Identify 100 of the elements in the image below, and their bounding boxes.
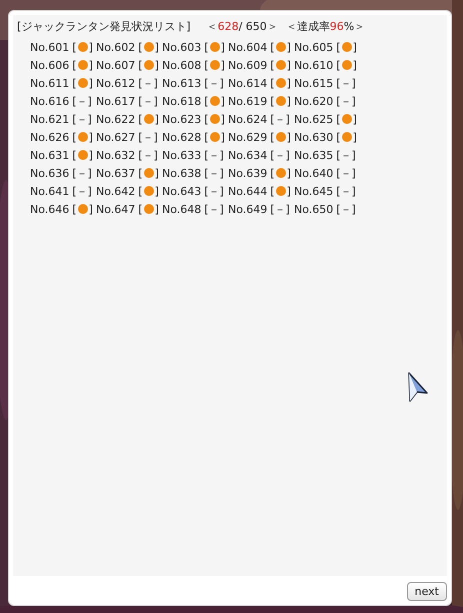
bracket: ] [220,40,225,54]
missing-status: [－] [336,76,356,90]
total-count: / 650＞ [238,19,278,34]
item-number: No.642 [96,184,136,198]
cursor-icon [407,371,429,403]
bracket: ] [154,202,159,216]
rate-close: %＞ [344,19,366,34]
missing-status: [－] [270,112,290,126]
bracket: ] [88,76,93,90]
bracket: ] [286,58,291,72]
item-number: No.647 [96,202,136,216]
bracket: ] [88,202,93,216]
bracket: [ [138,184,143,198]
item-number: No.613 [162,76,202,90]
bracket: ] [220,94,225,108]
bracket: [ [138,202,143,216]
bracket: ] [154,112,159,126]
missing-status: [－] [138,148,158,162]
bracket: [ [72,148,77,162]
bracket: ] [286,166,291,180]
item-number: No.618 [162,94,202,108]
missing-status: [－] [138,94,158,108]
item-number: No.605 [294,40,334,54]
item-number: No.611 [30,76,70,90]
item-number: No.608 [162,58,202,72]
missing-status: [－] [72,112,92,126]
bracket: [ [270,184,275,198]
item-number: No.625 [294,112,334,126]
bracket: [ [138,40,143,54]
found-count: 628 [218,20,239,33]
bracket: [ [270,94,275,108]
bracket: [ [336,58,341,72]
bracket: ] [220,130,225,144]
item-number: No.604 [228,40,268,54]
item-number: No.610 [294,58,334,72]
next-button[interactable]: next [406,582,447,601]
item-number: No.636 [30,166,70,180]
bracket: ] [352,112,357,126]
item-number: No.619 [228,94,268,108]
rate-value: 96 [330,20,344,33]
bracket: [ [138,112,143,126]
missing-status: [－] [72,94,92,108]
item-number: No.648 [162,202,202,216]
bracket: ] [286,40,291,54]
missing-status: [－] [204,184,224,198]
bracket: ] [286,76,291,90]
count-open: ＜ [206,19,218,34]
item-number: No.601 [30,40,70,54]
item-number: No.624 [228,112,268,126]
bracket: ] [88,58,93,72]
item-number: No.614 [228,76,268,90]
bracket: [ [72,40,77,54]
list-title: [ジャックランタン発見状況リスト] [17,19,191,34]
item-number: No.632 [96,148,136,162]
bracket: ] [286,184,291,198]
item-number: No.645 [294,184,334,198]
item-number: No.626 [30,130,70,144]
missing-status: [－] [138,76,158,90]
bracket: [ [270,166,275,180]
bracket: [ [72,202,77,216]
missing-status: [－] [72,166,92,180]
bracket: [ [204,112,209,126]
missing-status: [－] [336,94,356,108]
item-number: No.627 [96,130,136,144]
bracket: ] [88,130,93,144]
item-number: No.643 [162,184,202,198]
item-number: No.634 [228,148,268,162]
item-number: No.629 [228,130,268,144]
missing-status: [－] [204,166,224,180]
item-number: No.635 [294,148,334,162]
bracket: [ [270,40,275,54]
bracket: ] [352,130,357,144]
missing-status: [－] [336,184,356,198]
bracket: ] [88,148,93,162]
bracket: ] [154,184,159,198]
bracket: ] [352,40,357,54]
bracket: [ [336,130,341,144]
missing-status: [－] [270,148,290,162]
bracket: [ [204,40,209,54]
item-number: No.639 [228,166,268,180]
item-number: No.631 [30,148,70,162]
bracket: [ [138,58,143,72]
bracket: ] [154,58,159,72]
missing-status: [－] [204,76,224,90]
item-number: No.650 [294,202,334,216]
bracket: [ [204,130,209,144]
missing-status: [－] [336,166,356,180]
bracket: [ [270,76,275,90]
item-number: No.628 [162,130,202,144]
bracket: ] [352,58,357,72]
item-number: No.623 [162,112,202,126]
bracket: [ [138,166,143,180]
bracket: [ [204,58,209,72]
item-number: No.640 [294,166,334,180]
item-number: No.606 [30,58,70,72]
missing-status: [－] [72,184,92,198]
rate-label: ＜達成率 [286,19,330,34]
missing-status: [－] [204,148,224,162]
item-number: No.620 [294,94,334,108]
bracket: ] [88,40,93,54]
